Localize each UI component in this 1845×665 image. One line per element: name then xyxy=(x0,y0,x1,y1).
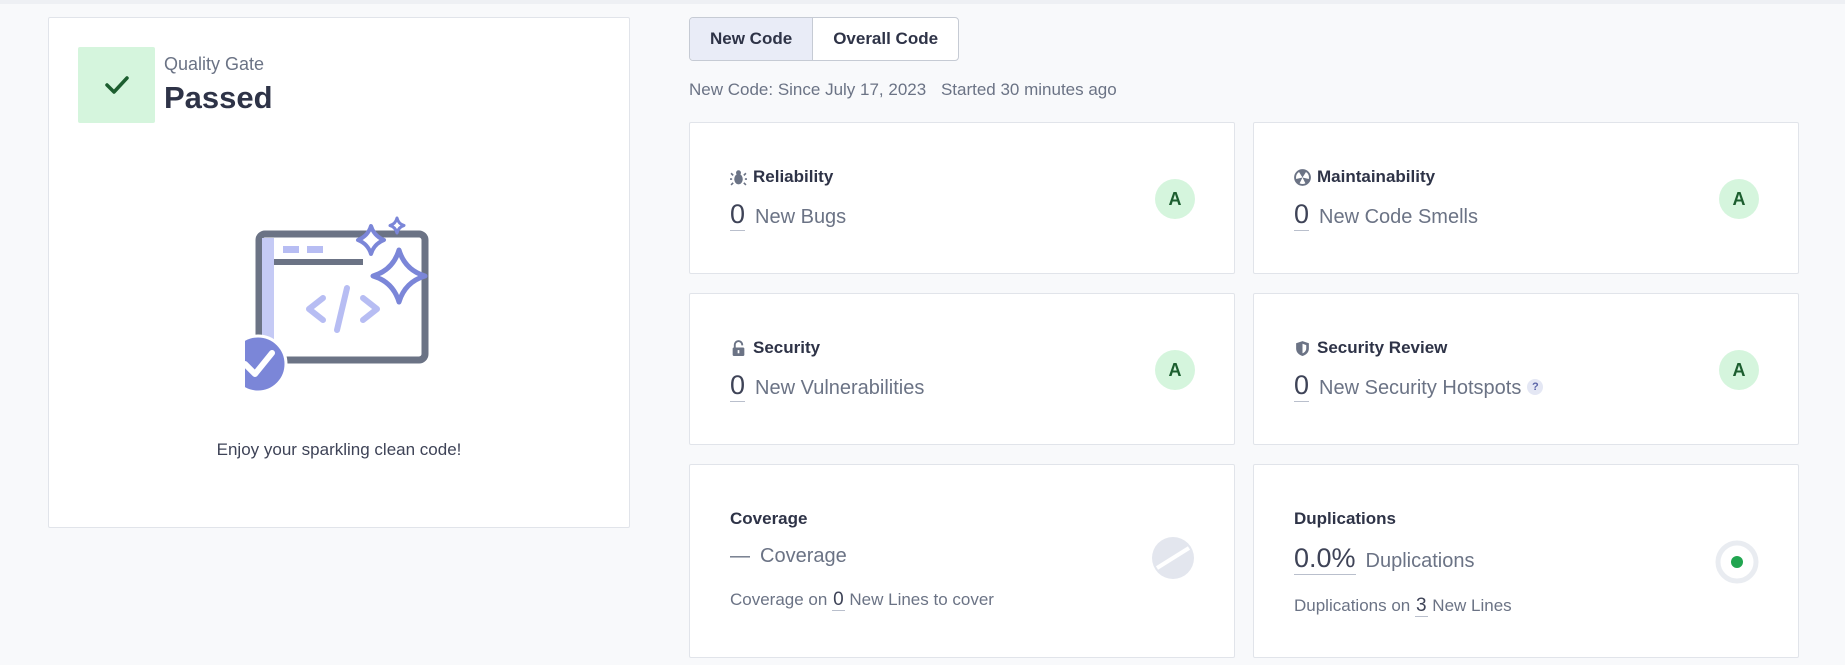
security-review-label: New Security Hotspots? xyxy=(1319,377,1544,400)
coverage-new-lines-value[interactable]: 0 xyxy=(832,589,845,611)
code-period-toggle: New Code Overall Code xyxy=(689,17,960,61)
duplications-indicator-icon xyxy=(1715,540,1759,584)
duplications-value[interactable]: 0.0% xyxy=(1294,543,1356,575)
new-code-period-info: New Code: Since July 17, 2023 Started 30… xyxy=(689,80,1117,100)
top-border xyxy=(0,0,1845,4)
overall-code-button[interactable]: Overall Code xyxy=(813,18,958,60)
coverage-new-lines: Coverage on 0 New Lines to cover xyxy=(730,589,994,611)
reliability-value[interactable]: 0 xyxy=(730,199,746,231)
security-review-title: Security Review xyxy=(1294,338,1447,358)
bug-icon xyxy=(730,169,747,186)
quality-gate-status: Passed xyxy=(164,80,273,115)
check-icon xyxy=(104,76,129,94)
maintainability-rating-badge[interactable]: A xyxy=(1719,179,1759,219)
coverage-card: Coverage — Coverage Coverage on 0 New Li… xyxy=(689,464,1235,658)
security-rating-badge[interactable]: A xyxy=(1155,350,1195,390)
security-label: New Vulnerabilities xyxy=(755,377,925,399)
maintainability-title: Maintainability xyxy=(1294,167,1435,187)
coverage-label: Coverage xyxy=(760,545,847,567)
security-review-value[interactable]: 0 xyxy=(1294,370,1310,402)
duplications-label: Duplications xyxy=(1365,550,1475,572)
coverage-empty-icon xyxy=(1152,537,1194,579)
duplications-new-lines-value[interactable]: 3 xyxy=(1414,595,1428,617)
quality-gate-check-badge xyxy=(78,47,155,123)
maintainability-label: New Code Smells xyxy=(1319,206,1478,228)
duplications-title: Duplications xyxy=(1294,509,1397,528)
reliability-title: Reliability xyxy=(730,167,833,187)
quality-gate-card: Quality Gate Passed Enjoy your sparkling… xyxy=(48,17,630,528)
coverage-title: Coverage xyxy=(730,509,808,528)
security-review-card: Security Review 0 New Security Hotspots?… xyxy=(1253,293,1799,445)
shield-icon xyxy=(1296,340,1309,356)
lock-icon xyxy=(732,339,745,356)
security-value[interactable]: 0 xyxy=(730,370,746,402)
reliability-label: New Bugs xyxy=(755,206,847,228)
reliability-card: Reliability 0 New Bugs A xyxy=(689,122,1235,274)
security-review-rating-badge[interactable]: A xyxy=(1719,350,1759,390)
security-title: Security xyxy=(730,338,820,358)
help-icon[interactable]: ? xyxy=(1527,378,1544,395)
code-smell-icon xyxy=(1294,168,1311,186)
duplications-new-lines: Duplications on 3 New Lines xyxy=(1294,595,1512,617)
security-card: Security 0 New Vulnerabilities A xyxy=(689,293,1235,445)
quality-gate-message: Enjoy your sparkling clean code! xyxy=(216,440,462,459)
reliability-rating-badge[interactable]: A xyxy=(1155,179,1195,219)
duplications-card: Duplications 0.0% Duplications Duplicati… xyxy=(1253,464,1799,658)
maintainability-value[interactable]: 0 xyxy=(1294,199,1310,231)
new-code-since: New Code: Since July 17, 2023 xyxy=(689,80,927,99)
coverage-value: — xyxy=(730,545,750,567)
analysis-started: Started 30 minutes ago xyxy=(940,80,1117,99)
new-code-button[interactable]: New Code xyxy=(690,18,814,60)
maintainability-card: Maintainability 0 New Code Smells A xyxy=(1253,122,1799,274)
quality-gate-label: Quality Gate xyxy=(164,54,265,74)
sparkling-code-illustration xyxy=(245,216,429,394)
